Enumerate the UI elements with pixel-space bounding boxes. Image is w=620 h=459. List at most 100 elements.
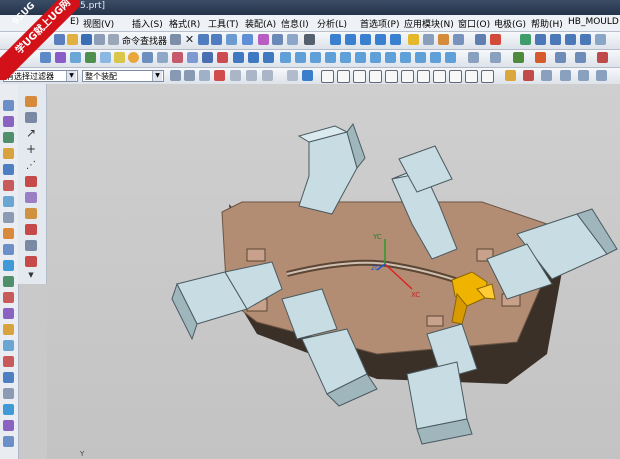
manufacturing-wizard-icon[interactable]: [3, 244, 14, 255]
select-component-icon[interactable]: [302, 70, 313, 81]
snap-curve-icon[interactable]: [369, 70, 382, 83]
snap-center-icon[interactable]: [417, 70, 430, 83]
web-browser-icon[interactable]: [3, 180, 14, 191]
select-body-icon[interactable]: [199, 70, 210, 81]
circle-icon[interactable]: [25, 192, 37, 203]
zoom-in-icon[interactable]: [287, 34, 298, 45]
select-type-icon[interactable]: [170, 70, 181, 81]
cavity-tools-icon[interactable]: [3, 340, 14, 351]
cut-icon[interactable]: [170, 34, 181, 45]
menu-item-application[interactable]: 应用模块(N): [404, 17, 454, 30]
fit-view-icon[interactable]: [258, 34, 269, 45]
constraint-navigator-icon[interactable]: [3, 116, 14, 127]
find-icon[interactable]: [108, 34, 119, 45]
system-scenes-icon[interactable]: [3, 276, 14, 287]
menu-item-help[interactable]: 帮助(H): [531, 17, 563, 30]
model-icon[interactable]: [555, 52, 566, 63]
snap-icon[interactable]: [490, 34, 501, 45]
point-icon[interactable]: +: [25, 143, 37, 155]
select-arrow-icon[interactable]: [230, 70, 241, 81]
stop-icon[interactable]: [597, 52, 608, 63]
front-view-icon[interactable]: [360, 34, 371, 45]
drawing-tools-icon[interactable]: [3, 420, 14, 431]
analysis-icon[interactable]: [520, 34, 531, 45]
draft-icon[interactable]: [325, 52, 336, 63]
pad-icon[interactable]: [187, 52, 198, 63]
split-body-icon[interactable]: [355, 52, 366, 63]
zoom-icon[interactable]: [272, 34, 283, 45]
electrode-icon[interactable]: [535, 52, 546, 63]
render-style-icon[interactable]: [304, 34, 315, 45]
graphics-window[interactable]: YC XC ZC: [47, 84, 620, 459]
snap-reset-icon[interactable]: [541, 70, 552, 81]
extract-icon[interactable]: [415, 52, 426, 63]
process-studio-icon[interactable]: [3, 228, 14, 239]
slot-icon[interactable]: [202, 52, 213, 63]
menu-item-insert[interactable]: 插入(S): [132, 17, 163, 30]
boss-icon[interactable]: [157, 52, 168, 63]
sew-icon[interactable]: [445, 52, 456, 63]
electrode-tools-icon[interactable]: [3, 324, 14, 335]
menu-item-info[interactable]: 信息(I): [281, 17, 309, 30]
paste-icon[interactable]: [242, 34, 253, 45]
undo-icon[interactable]: [198, 34, 209, 45]
cone-icon[interactable]: [114, 52, 125, 63]
top-view-icon[interactable]: [345, 34, 356, 45]
menu-item-assembly[interactable]: 装配(A): [245, 17, 276, 30]
copy-icon[interactable]: [226, 34, 237, 45]
snap-option-icon[interactable]: [578, 70, 589, 81]
line-icon[interactable]: ↗: [25, 127, 37, 139]
menu-item-electrode[interactable]: 电极(G): [494, 17, 526, 30]
assembly-navigator-icon[interactable]: [3, 100, 14, 111]
cylinder-icon[interactable]: [100, 52, 111, 63]
shell-icon[interactable]: [310, 52, 321, 63]
snap-settings-icon[interactable]: [505, 70, 516, 81]
block-icon[interactable]: [85, 52, 96, 63]
menu-item-hb-mould[interactable]: HB_MOULD M6.8: [568, 17, 620, 27]
chevron-down-icon[interactable]: ▼: [25, 270, 37, 281]
thicken-icon[interactable]: [430, 52, 441, 63]
edge-blend-icon[interactable]: [280, 52, 291, 63]
hd3d-tools-icon[interactable]: [3, 164, 14, 175]
delete-icon[interactable]: ✕: [184, 34, 195, 45]
intersect-icon[interactable]: [263, 52, 274, 63]
select-feature-icon[interactable]: [246, 70, 257, 81]
left-view-icon[interactable]: [390, 34, 401, 45]
misc-tools-icon[interactable]: [3, 436, 14, 447]
snap-midpoint-icon[interactable]: [337, 70, 350, 83]
snap-endpoint-icon[interactable]: [321, 70, 334, 83]
sphere-icon[interactable]: [128, 52, 139, 63]
offset-face-icon[interactable]: [370, 52, 381, 63]
dashed-line-icon[interactable]: ⋰: [25, 160, 37, 171]
snap-intersection-icon[interactable]: [465, 70, 478, 83]
snap-more-icon[interactable]: [596, 70, 607, 81]
mirror-icon[interactable]: [400, 52, 411, 63]
hole-icon[interactable]: [142, 52, 153, 63]
system-materials-icon[interactable]: [3, 212, 14, 223]
ejector-tools-icon[interactable]: [3, 388, 14, 399]
drafting-icon[interactable]: [575, 52, 586, 63]
history-icon[interactable]: [3, 196, 14, 207]
snap-quadrant-icon[interactable]: [401, 70, 414, 83]
paint-icon[interactable]: [438, 34, 449, 45]
slide-tools-icon[interactable]: [3, 356, 14, 367]
pocket-icon[interactable]: [172, 52, 183, 63]
attribute-icon[interactable]: [580, 34, 591, 45]
pattern-icon[interactable]: [385, 52, 396, 63]
menu-item-tools[interactable]: 工具(T): [208, 17, 239, 30]
arc-icon[interactable]: [25, 176, 37, 187]
subtract-icon[interactable]: [248, 52, 259, 63]
menu-item-analysis[interactable]: 分析(L): [317, 17, 347, 30]
wcs-icon[interactable]: [475, 34, 486, 45]
palette-icon[interactable]: [3, 292, 14, 303]
grid-icon[interactable]: [535, 34, 546, 45]
menu-item-view[interactable]: 视图(V): [83, 17, 114, 30]
snap-lock-icon[interactable]: [560, 70, 571, 81]
select-all-icon[interactable]: [287, 70, 298, 81]
reuse-library-icon[interactable]: [3, 148, 14, 159]
redo-icon[interactable]: [211, 34, 222, 45]
more-icon[interactable]: [595, 34, 606, 45]
measure-icon[interactable]: [565, 34, 576, 45]
snap-pole-icon[interactable]: [481, 70, 494, 83]
mold-wizard-icon[interactable]: [513, 52, 524, 63]
